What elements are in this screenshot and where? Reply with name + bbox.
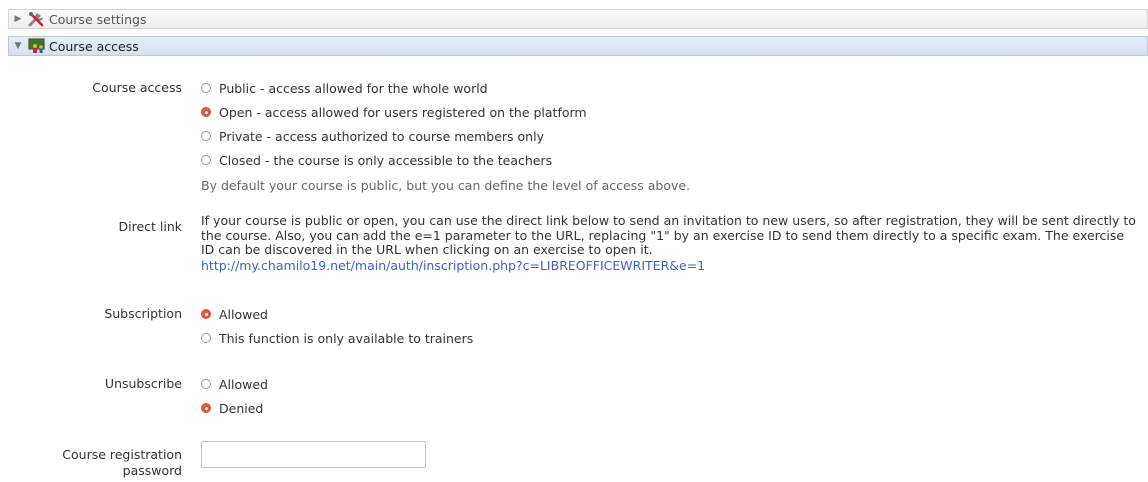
panel-title: Course settings: [49, 11, 147, 27]
panel-header-course-access[interactable]: ▼ Course access: [8, 36, 1148, 56]
tools-icon: [27, 10, 49, 28]
registration-password-control: [201, 441, 426, 468]
radio-option-label: Private - access authorized to course me…: [219, 128, 544, 144]
panel-title: Course access: [49, 38, 139, 54]
radio-button-selected[interactable]: [201, 107, 211, 117]
radio-option-label: Denied: [219, 400, 264, 416]
subscription-options: Allowed This function is only available …: [201, 302, 473, 350]
course-access-options: Public - access allowed for the whole wo…: [201, 76, 690, 193]
radio-option-trainers-only[interactable]: This function is only available to train…: [201, 326, 473, 350]
course-access-label: Course access: [92, 80, 182, 95]
radio-option-denied[interactable]: Denied: [201, 396, 268, 420]
radio-button[interactable]: [201, 155, 211, 165]
panel-header-course-settings[interactable]: ▶ Course settings: [8, 9, 1148, 29]
registration-password-label-line1: Course registration: [62, 447, 182, 462]
caret-down-icon: ▼: [14, 41, 22, 51]
direct-link-description: If your course is public or open, you ca…: [201, 213, 1136, 257]
registration-password-label: Course registration password: [62, 447, 182, 479]
radio-option-open[interactable]: Open - access allowed for users register…: [201, 100, 690, 124]
radio-option-allowed[interactable]: Allowed: [201, 302, 473, 326]
direct-link-url[interactable]: http://my.chamilo19.net/main/auth/inscri…: [201, 258, 705, 273]
radio-option-label: Allowed: [219, 376, 268, 392]
radio-option-closed[interactable]: Closed - the course is only accessible t…: [201, 148, 690, 172]
radio-option-label: Allowed: [219, 306, 268, 322]
radio-button[interactable]: [201, 131, 211, 141]
course-access-help-text: By default your course is public, but yo…: [201, 178, 691, 193]
radio-option-public[interactable]: Public - access allowed for the whole wo…: [201, 76, 690, 100]
unsubscribe-options: Allowed Denied: [201, 372, 268, 420]
unsubscribe-label: Unsubscribe: [104, 376, 182, 391]
radio-button[interactable]: [201, 379, 211, 389]
direct-link-label: Direct link: [118, 219, 182, 234]
caret-right-icon: ▶: [14, 14, 22, 24]
radio-option-label: This function is only available to train…: [219, 330, 474, 346]
direct-link-content: If your course is public or open, you ca…: [201, 213, 1136, 273]
radio-option-private[interactable]: Private - access authorized to course me…: [201, 124, 690, 148]
radio-button-selected[interactable]: [201, 403, 211, 413]
radio-button[interactable]: [201, 333, 211, 343]
subscription-label: Subscription: [104, 306, 182, 321]
radio-button[interactable]: [201, 83, 211, 93]
registration-password-label-line2: password: [122, 463, 182, 478]
radio-button-selected[interactable]: [201, 309, 211, 319]
classroom-icon: [27, 37, 49, 55]
radio-option-label: Closed - the course is only accessible t…: [219, 152, 553, 168]
radio-option-label: Public - access allowed for the whole wo…: [219, 80, 488, 96]
registration-password-input[interactable]: [201, 441, 426, 468]
radio-option-label: Open - access allowed for users register…: [219, 104, 587, 120]
radio-option-allowed[interactable]: Allowed: [201, 372, 268, 396]
